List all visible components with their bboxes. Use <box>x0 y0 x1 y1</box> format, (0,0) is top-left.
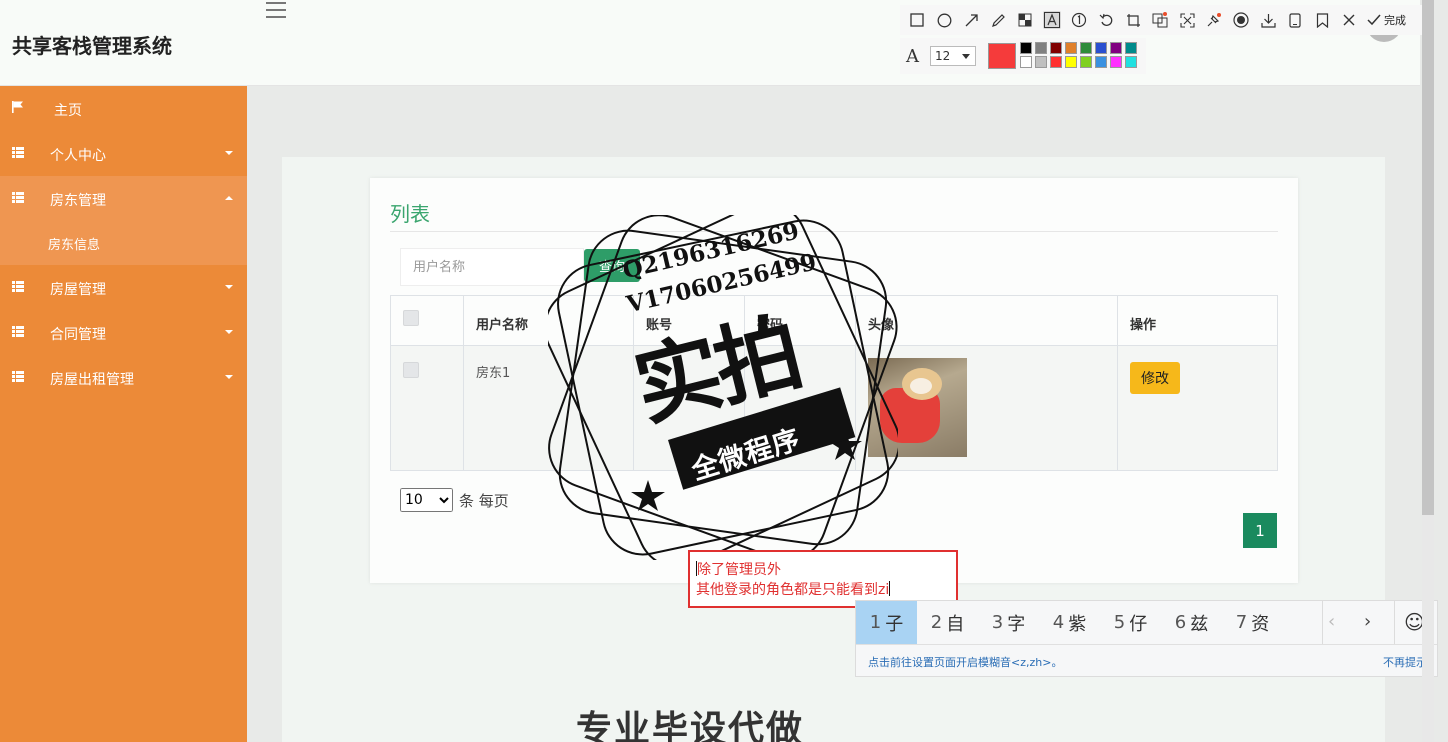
color-swatch[interactable] <box>1065 42 1077 54</box>
arrow-tool-icon[interactable] <box>962 11 980 29</box>
chevron-down-icon <box>225 375 233 379</box>
ime-candidate[interactable]: 6兹 <box>1161 601 1222 644</box>
font-size-select[interactable]: 12 <box>930 46 976 66</box>
flag-icon <box>12 101 23 113</box>
font-icon: A <box>906 46 919 67</box>
color-swatch[interactable] <box>1035 56 1047 68</box>
color-swatch[interactable] <box>1095 42 1107 54</box>
sidebar-item-label: 合同管理 <box>50 327 106 343</box>
action-cell: 修改 <box>1117 345 1278 471</box>
ime-dismiss-link[interactable]: 不再提示 <box>1383 654 1427 670</box>
sidebar-item-label: 房屋管理 <box>50 282 106 298</box>
color-swatch[interactable] <box>1035 42 1047 54</box>
ime-hint-link[interactable]: 点击前往设置页面开启模糊音<z,zh>。 <box>868 654 1062 670</box>
ime-candidate[interactable]: 7资 <box>1222 601 1283 644</box>
color-swatch[interactable] <box>1125 42 1137 54</box>
color-swatch[interactable] <box>1050 56 1062 68</box>
page-size-suffix: 条 每页 <box>459 491 509 510</box>
sidebar-item-rental-management[interactable]: 房屋出租管理 <box>0 355 247 400</box>
page-size-control: 10 条 每页 <box>400 488 509 512</box>
sidebar-item-label: 房东管理 <box>50 193 106 209</box>
chevron-down-icon <box>225 151 233 155</box>
done-button[interactable]: 完成 <box>1367 12 1406 28</box>
background-text: 专业毕设代做 <box>576 709 805 742</box>
color-swatch[interactable] <box>1095 56 1107 68</box>
color-swatch[interactable] <box>1080 56 1092 68</box>
app-title: 共享客栈管理系统 <box>12 34 172 58</box>
sidebar-item-personal-center[interactable]: 个人中心 <box>0 131 247 176</box>
select-all-checkbox[interactable] <box>403 310 419 326</box>
color-swatch[interactable] <box>1125 56 1137 68</box>
crop-tool-icon[interactable] <box>1124 11 1142 29</box>
row-checkbox[interactable] <box>403 362 419 378</box>
text-tool-icon[interactable] <box>1043 11 1061 29</box>
sidebar: 主页 个人中心 房东管理 房东信息 房屋管理 合同管理 房屋出租管理 <box>0 86 247 742</box>
pen-tool-icon[interactable] <box>989 11 1007 29</box>
bookmark-icon[interactable] <box>1313 11 1331 29</box>
sidebar-item-home[interactable]: 主页 <box>0 86 247 131</box>
text-style-toolbar: A 12 <box>900 38 1146 74</box>
color-swatch[interactable] <box>1065 56 1077 68</box>
pin-tool-icon[interactable] <box>1205 11 1223 29</box>
chevron-right-icon[interactable]: › <box>1364 611 1371 632</box>
sidebar-item-label: 主页 <box>54 103 82 119</box>
color-swatch[interactable] <box>1020 42 1032 54</box>
annotation-line1: 除了管理员外 <box>697 562 781 578</box>
ocr-tool-icon[interactable] <box>1151 11 1169 29</box>
sidebar-subitem-landlord-info[interactable]: 房东信息 <box>0 221 247 265</box>
grid-icon <box>12 326 24 337</box>
pagination-page-button[interactable]: 1 <box>1243 513 1277 548</box>
grid-icon <box>12 192 24 203</box>
download-icon[interactable] <box>1259 11 1277 29</box>
color-swatch[interactable] <box>1110 42 1122 54</box>
color-palette <box>1020 42 1137 68</box>
color-swatch[interactable] <box>1020 56 1032 68</box>
ime-candidate[interactable]: 5仔 <box>1100 601 1161 644</box>
ime-candidate[interactable]: 1子 <box>856 601 917 644</box>
capture-toolbar: 完成 <box>900 5 1430 35</box>
chevron-up-icon <box>225 196 233 200</box>
sidebar-subitem-label: 房东信息 <box>48 238 101 253</box>
mosaic-tool-icon[interactable] <box>1016 11 1034 29</box>
rectangle-tool-icon[interactable] <box>908 11 926 29</box>
color-swatch[interactable] <box>1080 42 1092 54</box>
ime-candidate[interactable]: 2自 <box>917 601 978 644</box>
chevron-down-icon <box>225 285 233 289</box>
ime-candidates: 1子 2自 3字 4紫 5仔 6兹 7资 <box>856 601 1283 644</box>
grid-icon <box>12 281 24 292</box>
color-swatch[interactable] <box>1050 42 1062 54</box>
annotation-line2: 其他登录的角色都是只能看到zi <box>696 582 890 598</box>
select-all-cell <box>390 295 464 346</box>
sidebar-item-house-management[interactable]: 房屋管理 <box>0 265 247 310</box>
grid-icon <box>12 371 24 382</box>
sidebar-item-label: 房屋出租管理 <box>50 372 134 388</box>
close-icon[interactable] <box>1340 11 1358 29</box>
ellipse-tool-icon[interactable] <box>935 11 953 29</box>
edit-button[interactable]: 修改 <box>1130 362 1180 394</box>
number-tool-icon[interactable] <box>1070 11 1088 29</box>
ime-candidate-bar: 1子 2自 3字 4紫 5仔 6兹 7资 ‹ › ☺ 点击前往设置页面开启模糊音… <box>855 600 1438 677</box>
ime-candidate[interactable]: 3字 <box>978 601 1039 644</box>
sidebar-item-label: 个人中心 <box>50 148 106 164</box>
text-caret <box>889 581 891 596</box>
chevron-left-icon[interactable]: ‹ <box>1328 611 1335 632</box>
undo-icon[interactable] <box>1097 11 1115 29</box>
color-swatch[interactable] <box>1110 56 1122 68</box>
page-size-select[interactable]: 10 <box>400 488 453 512</box>
ime-candidate[interactable]: 4紫 <box>1039 601 1100 644</box>
record-icon[interactable] <box>1232 11 1250 29</box>
card-title: 列表 <box>390 202 430 226</box>
menu-toggle-icon[interactable] <box>266 2 286 18</box>
sidebar-item-contract-management[interactable]: 合同管理 <box>0 310 247 355</box>
phone-icon[interactable] <box>1286 11 1304 29</box>
expand-tool-icon[interactable] <box>1178 11 1196 29</box>
chevron-down-icon <box>225 330 233 334</box>
current-color-swatch[interactable] <box>988 43 1016 69</box>
grid-icon <box>12 147 24 158</box>
column-header: 操作 <box>1117 295 1278 346</box>
scrollbar-thumb[interactable] <box>1422 0 1434 515</box>
check-icon <box>1367 14 1381 26</box>
row-select-cell <box>390 345 464 471</box>
sidebar-item-landlord-management[interactable]: 房东管理 <box>0 176 247 221</box>
